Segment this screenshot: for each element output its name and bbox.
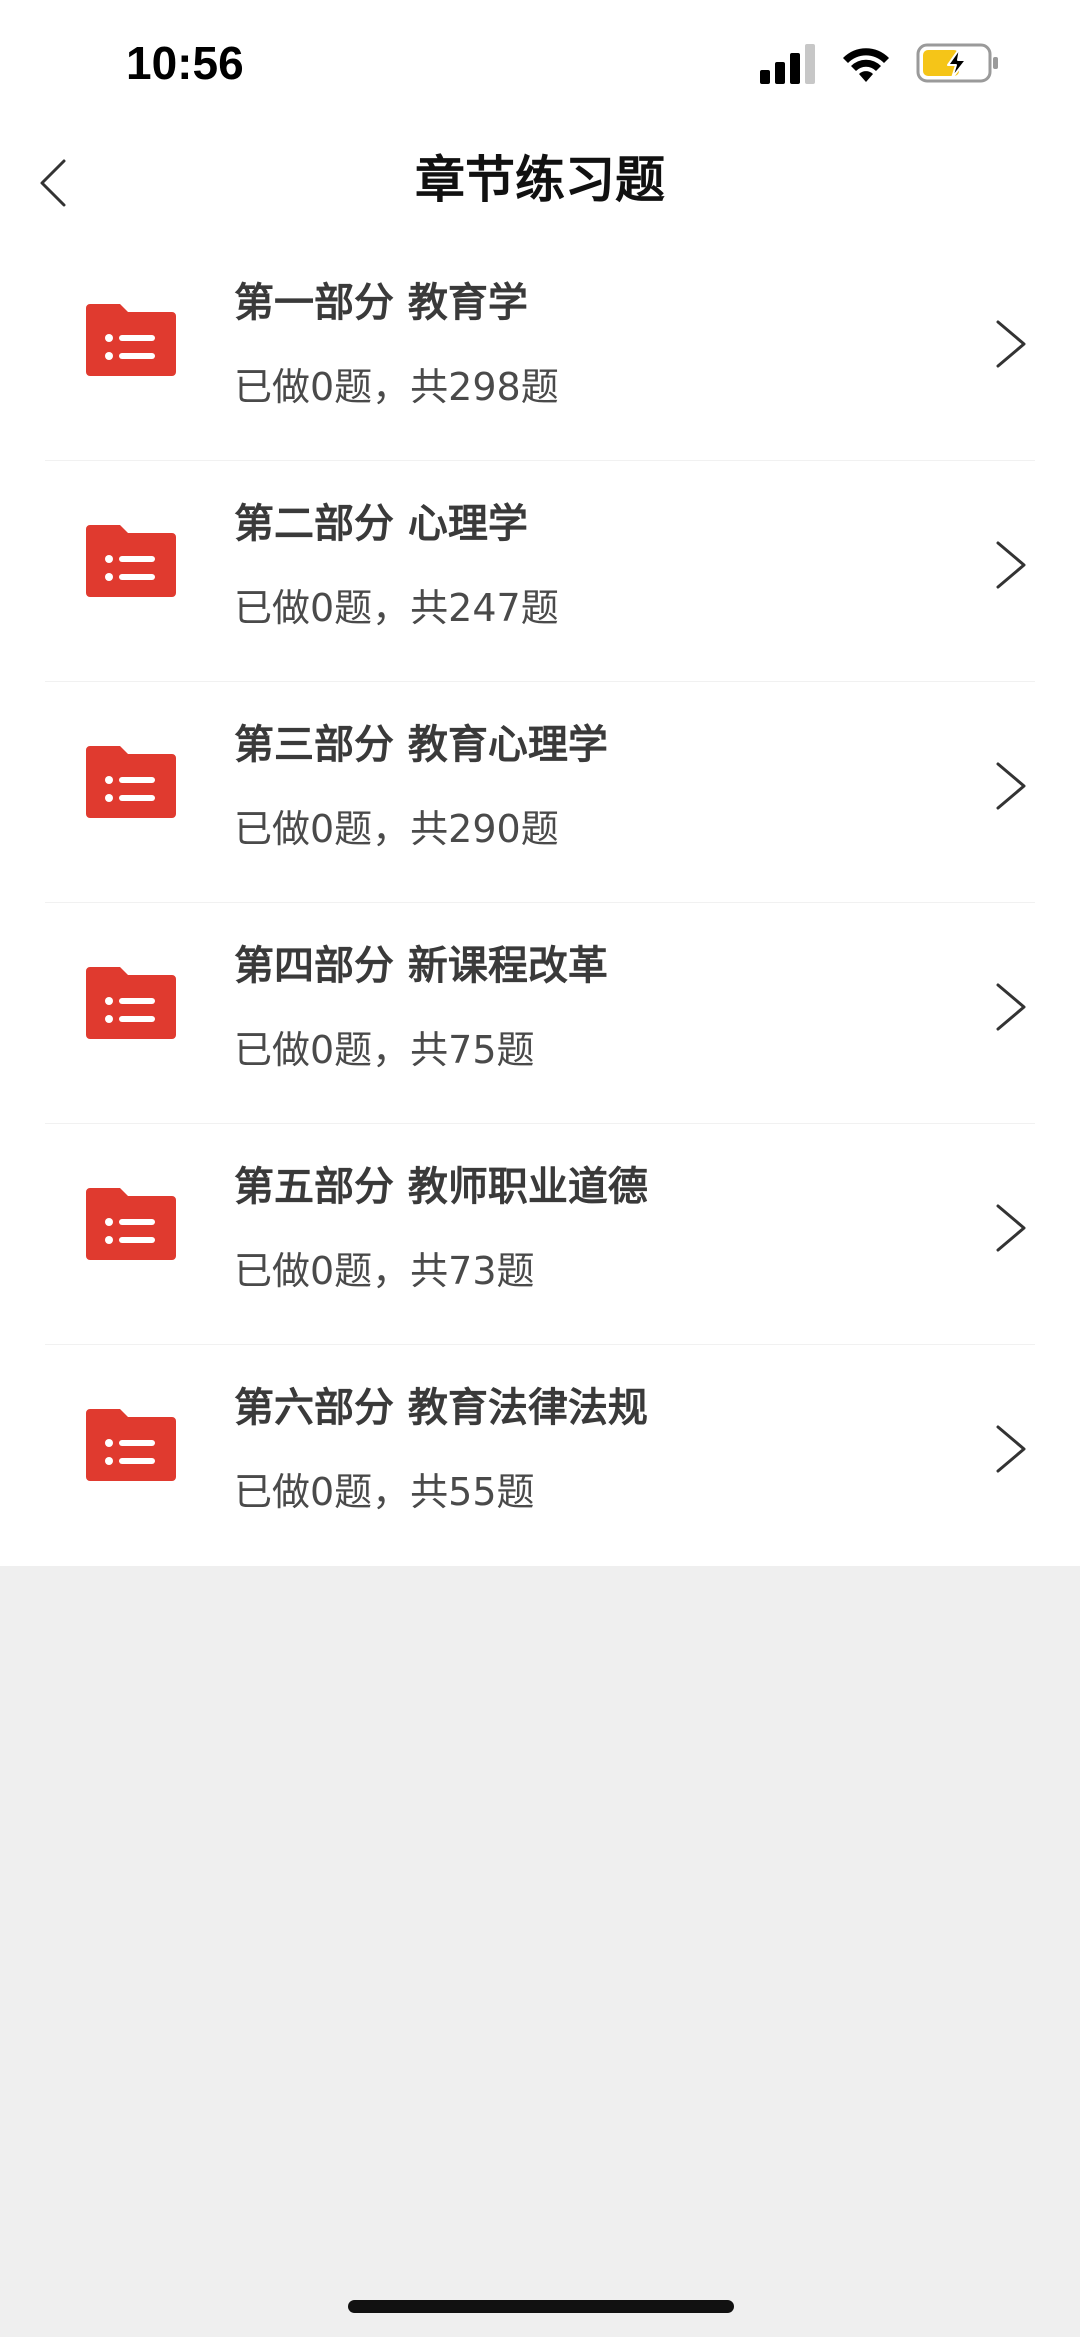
list-item[interactable]: 第三部分 教育心理学 已做0题，共290题 <box>0 682 1080 903</box>
folder-list-icon <box>86 1409 176 1481</box>
chapter-title: 第四部分 新课程改革 <box>234 943 608 989</box>
chapter-progress: 已做0题，共290题 <box>234 807 559 851</box>
folder-list-icon <box>86 746 176 818</box>
nav-bar: 章节练习题 <box>0 130 1080 240</box>
folder-list-icon <box>86 1188 176 1260</box>
chapter-title: 第六部分 教育法律法规 <box>234 1385 648 1431</box>
home-indicator <box>348 2300 734 2313</box>
chapter-progress: 已做0题，共298题 <box>234 365 559 409</box>
chevron-right-icon <box>996 1204 1026 1252</box>
chevron-right-icon <box>996 762 1026 810</box>
list-item[interactable]: 第五部分 教师职业道德 已做0题，共73题 <box>0 1124 1080 1345</box>
status-bar: 10:56 <box>0 0 1080 130</box>
chevron-right-icon <box>996 1425 1026 1473</box>
list-item[interactable]: 第一部分 教育学 已做0题，共298题 <box>0 240 1080 461</box>
chapter-title: 第一部分 教育学 <box>234 280 528 326</box>
list-item[interactable]: 第四部分 新课程改革 已做0题，共75题 <box>0 903 1080 1124</box>
status-time: 10:56 <box>126 37 244 89</box>
chevron-right-icon <box>996 983 1026 1031</box>
wifi-icon <box>843 48 889 82</box>
list-item[interactable]: 第二部分 心理学 已做0题，共247题 <box>0 461 1080 682</box>
chevron-right-icon <box>996 320 1026 368</box>
chapter-progress: 已做0题，共73题 <box>234 1249 535 1293</box>
chapter-progress: 已做0题，共55题 <box>234 1470 535 1514</box>
chevron-right-icon <box>996 541 1026 589</box>
status-icons <box>760 40 1000 88</box>
page-title: 章节练习题 <box>415 151 665 209</box>
chapter-title: 第二部分 心理学 <box>234 501 528 547</box>
list-item[interactable]: 第六部分 教育法律法规 已做0题，共55题 <box>0 1345 1080 1566</box>
chapter-progress: 已做0题，共247题 <box>234 586 559 630</box>
chapter-title: 第五部分 教师职业道德 <box>234 1164 648 1210</box>
chapter-list: 第一部分 教育学 已做0题，共298题 第二部分 心理学 已做0题，共247题 … <box>0 240 1080 1566</box>
folder-list-icon <box>86 304 176 376</box>
chapter-title: 第三部分 教育心理学 <box>234 722 608 768</box>
chapter-progress: 已做0题，共75题 <box>234 1028 535 1072</box>
signal-icon <box>760 44 815 84</box>
battery-charging-icon <box>916 43 998 83</box>
folder-list-icon <box>86 967 176 1039</box>
folder-list-icon <box>86 525 176 597</box>
